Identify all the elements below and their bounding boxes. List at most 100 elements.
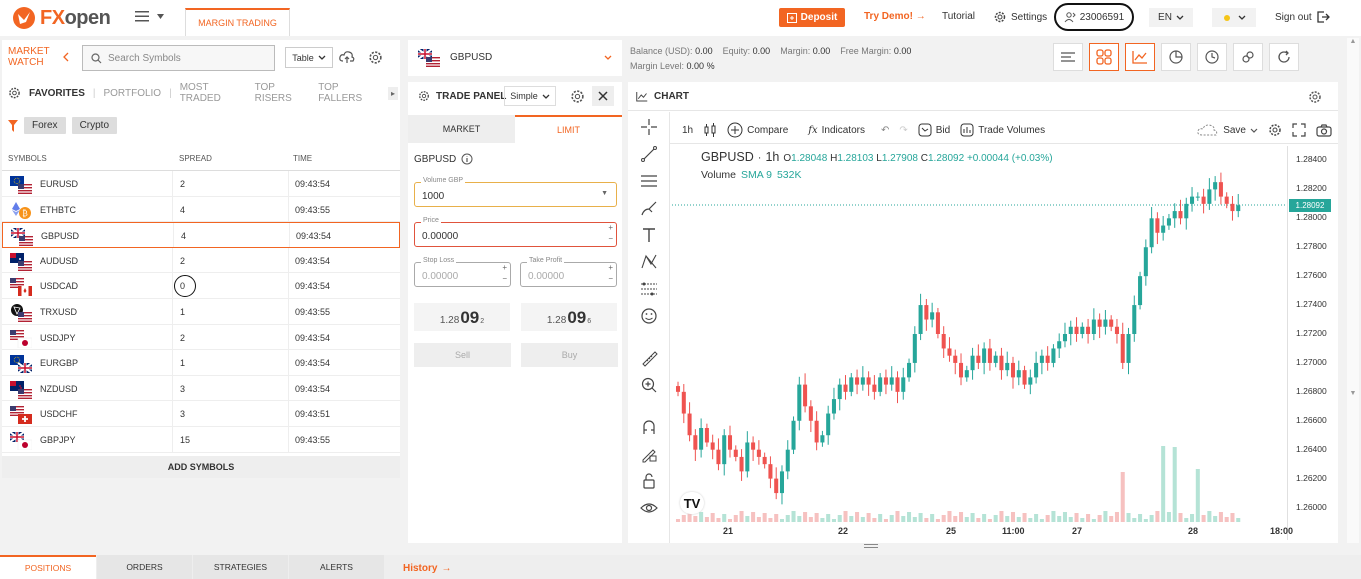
col-spread[interactable]: SPREAD	[179, 154, 212, 163]
trade-mode-select[interactable]: Simple	[504, 86, 556, 106]
deposit-button[interactable]: Deposit	[779, 8, 845, 27]
table-row[interactable]: EURUSD 2 09:43:54	[2, 171, 400, 197]
collapse-arrow-icon[interactable]	[62, 52, 70, 62]
gear-icon[interactable]	[368, 50, 383, 65]
increment-icon[interactable]: +	[608, 223, 613, 232]
ruler-icon[interactable]	[640, 349, 658, 367]
refresh-button[interactable]	[1269, 43, 1299, 71]
gear-icon[interactable]	[8, 86, 21, 100]
prediction-icon[interactable]	[640, 280, 658, 298]
symbol-selector[interactable]: GBPUSD	[408, 40, 622, 76]
table-row[interactable]: NZDUSD 3 09:43:54	[2, 375, 400, 402]
tab-top-risers[interactable]: TOP RISERS	[255, 82, 311, 104]
chart-view-button[interactable]	[1125, 43, 1155, 71]
list-view-button[interactable]	[1053, 43, 1083, 71]
tab-alerts[interactable]: ALERTS	[289, 555, 384, 579]
candle-type-button[interactable]	[703, 123, 717, 137]
pie-view-button[interactable]	[1161, 43, 1191, 71]
filter-crypto[interactable]: Crypto	[71, 117, 118, 134]
redo-icon[interactable]: ↷	[899, 125, 907, 136]
table-row[interactable]: AUDUSD 2 09:43:54	[2, 247, 400, 274]
tutorial-link[interactable]: Tutorial	[942, 11, 975, 22]
candlestick-chart[interactable]	[672, 146, 1288, 522]
decrement-icon[interactable]: −	[608, 234, 613, 243]
gear-icon[interactable]	[570, 89, 585, 104]
scroll-down-icon[interactable]: ▼	[1347, 390, 1359, 397]
decrement-icon[interactable]: −	[608, 274, 613, 283]
indicators-button[interactable]: fx Indicators	[808, 125, 865, 136]
increment-icon[interactable]: +	[608, 263, 613, 272]
tab-positions[interactable]: POSITIONS	[0, 555, 96, 579]
time-axis[interactable]: 21 22 25 11:00 27 28 18:00	[672, 522, 1293, 540]
zoom-in-icon[interactable]	[640, 376, 658, 394]
trend-line-icon[interactable]	[640, 145, 658, 163]
compare-button[interactable]: Compare	[727, 122, 788, 138]
stop-loss-input[interactable]: Stop Loss 0.00000 + −	[414, 257, 511, 287]
save-button[interactable]: Save	[1197, 124, 1258, 136]
theme-selector[interactable]	[1212, 8, 1256, 27]
col-symbols[interactable]: SYMBOLS	[8, 154, 47, 163]
tradingview-logo[interactable]: TV	[680, 492, 704, 514]
scrollbar[interactable]: ▲ ▼	[1347, 38, 1359, 543]
widgets-button[interactable]	[1089, 43, 1119, 71]
table-row[interactable]: ₿ ETHBTC 4 09:43:55	[2, 196, 400, 223]
info-icon[interactable]	[461, 153, 473, 165]
interval-button[interactable]: 1h	[682, 125, 693, 136]
resize-handle[interactable]	[864, 544, 878, 548]
add-symbols-button[interactable]: ADD SYMBOLS	[2, 456, 400, 478]
history-link[interactable]: History →	[403, 563, 451, 574]
decrement-icon[interactable]: −	[502, 274, 507, 283]
sell-quote[interactable]: 1.28 09 2	[414, 303, 510, 331]
view-select[interactable]: Table	[285, 47, 333, 68]
table-row[interactable]: GBPUSD 4 09:43:54	[2, 222, 400, 248]
fxopen-logo[interactable]: FXopen	[12, 6, 111, 30]
tab-orders[interactable]: ORDERS	[97, 555, 192, 579]
col-time[interactable]: TIME	[293, 154, 312, 163]
lock-icon[interactable]	[640, 472, 658, 490]
undo-icon[interactable]: ↶	[881, 125, 889, 136]
fib-lines-icon[interactable]	[640, 172, 658, 190]
try-demo-link[interactable]: Try Demo! →	[864, 11, 926, 22]
table-row[interactable]: GBPJPY 15 09:43:55	[2, 427, 400, 453]
pattern-icon[interactable]	[640, 253, 658, 271]
volume-select[interactable]: Volume GBP 1000 ▼	[414, 177, 617, 207]
signals-view-button[interactable]	[1233, 43, 1263, 71]
price-axis[interactable]: 1.28400 1.28200 1.28000 1.27800 1.27600 1.274…	[1288, 150, 1334, 520]
trade-volumes-button[interactable]: Trade Volumes	[960, 123, 1045, 137]
buy-quote[interactable]: 1.28 09 6	[521, 303, 617, 331]
tab-strategies[interactable]: STRATEGIES	[193, 555, 288, 579]
buy-button[interactable]: Buy	[521, 343, 618, 367]
screenshot-button[interactable]	[1316, 123, 1332, 137]
increment-icon[interactable]: +	[502, 263, 507, 272]
take-profit-input[interactable]: Take Profit 0.00000 + −	[520, 257, 617, 287]
sign-out-button[interactable]: Sign out	[1275, 10, 1330, 24]
chart-settings-button[interactable]	[1268, 123, 1282, 137]
tab-most-traded[interactable]: MOST TRADED	[180, 82, 247, 104]
tab-portfolio[interactable]: PORTFOLIO	[103, 88, 161, 99]
table-row[interactable]: USDJPY 2 09:43:54	[2, 324, 400, 351]
close-trade-panel-button[interactable]	[592, 86, 614, 106]
settings-button[interactable]: Settings	[993, 10, 1047, 24]
tab-margin-trading[interactable]: MARGIN TRADING	[185, 8, 290, 36]
brush-icon[interactable]	[640, 199, 658, 217]
tab-favorites[interactable]: FAVORITES	[29, 88, 85, 99]
search-input[interactable]: Search Symbols	[82, 45, 275, 71]
table-row[interactable]: EURGBP 1 09:43:54	[2, 350, 400, 376]
cloud-upload-icon[interactable]	[339, 50, 355, 64]
tab-limit[interactable]: LIMIT	[515, 115, 622, 143]
bid-button[interactable]: Bid	[918, 123, 950, 137]
magnet-icon[interactable]	[640, 418, 658, 436]
tabs-scroll-right[interactable]: ▸	[388, 86, 399, 100]
clock-view-button[interactable]	[1197, 43, 1227, 71]
sell-button[interactable]: Sell	[414, 343, 511, 367]
crosshair-icon[interactable]	[640, 118, 658, 136]
filter-forex[interactable]: Forex	[24, 117, 66, 134]
menu-button[interactable]	[135, 10, 164, 22]
emoji-icon[interactable]	[640, 307, 658, 325]
scroll-up-icon[interactable]: ▲	[1347, 38, 1359, 45]
text-icon[interactable]	[640, 226, 658, 244]
table-row[interactable]: USDCAD 0 09:43:54	[2, 273, 400, 299]
tab-top-fallers[interactable]: TOP FALLERS	[318, 82, 380, 104]
eye-icon[interactable]	[640, 499, 658, 517]
table-row[interactable]: TRXUSD 1 09:43:55	[2, 299, 400, 325]
